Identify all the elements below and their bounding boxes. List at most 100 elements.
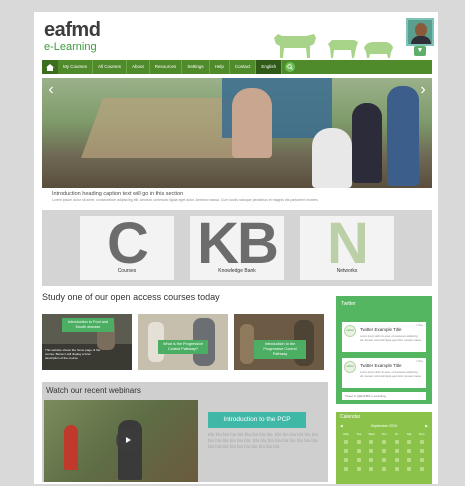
hero-caption-body: Lorem ipsum dolor sit amet, consectetuer… [52,198,319,202]
tweet-avatar: eafmd [344,325,356,337]
hero-slider[interactable]: ‹ › [42,78,432,188]
calendar-day[interactable] [407,440,412,444]
home-icon[interactable] [42,60,58,74]
tweet-card[interactable]: eafmd 1 May Twitter Example Title Lorem … [342,358,426,388]
calendar-day[interactable] [369,449,374,453]
tile-label: Knowledge Bank [218,268,256,274]
calendar-day[interactable] [407,449,412,453]
tile-label: Courses [117,268,137,274]
calendar-day[interactable] [419,440,424,444]
section-tiles: C Courses KB Knowledge Bank N Networks [42,210,432,286]
calendar-day[interactable] [394,440,399,444]
nav-resources[interactable]: Resources [150,60,183,74]
video-person [64,425,78,470]
tile-networks[interactable]: N Networks [300,216,394,280]
course-card[interactable]: Introduction to the Progressive Control … [234,314,324,370]
study-heading: Study one of our open access courses tod… [42,292,220,302]
site-logo[interactable]: eafmd e-Learning [44,19,101,53]
page: eafmd e-Learning ▼ My Courses All Course… [34,12,438,484]
calendar-day[interactable] [381,467,386,471]
tweet-card[interactable]: eafmd 1 May Twitter Example Title Lorem … [342,322,426,352]
calendar-day[interactable] [344,467,349,471]
tweet-avatar: eafmd [344,361,356,373]
weekday-label: Sun [419,432,425,436]
calendar-day[interactable] [344,449,349,453]
tweet-body: Lorem ipsum dolor sit amet, consectetuer… [360,335,422,342]
calendar-day[interactable] [381,440,386,444]
calendar-day[interactable] [356,458,361,462]
calendar-heading: Calendar [340,414,361,420]
calendar-day[interactable] [419,458,424,462]
course-title: Introduction to the Progressive Control … [254,340,306,359]
course-title: What is the Progressive Control Pathway? [158,340,208,354]
course-title: Introduction to Foot and Mouth disease [62,318,114,332]
calendar-day[interactable] [407,467,412,471]
nav-about[interactable]: About [127,60,150,74]
weekday-label: Thu [381,432,387,436]
weekday-label: Wed [368,432,375,436]
calendar-weekdays: Mon Tue Wed Thu Fri Sat Sun [340,432,428,436]
search-glyph [287,64,293,70]
main-nav: My Courses All Courses About Resources S… [42,60,432,74]
chevron-right-icon[interactable]: ▶ [425,424,428,428]
tile-courses[interactable]: C Courses [80,216,174,280]
webinar-video[interactable] [44,400,198,482]
nav-help[interactable]: Help [210,60,230,74]
tile-letter: N [327,216,369,276]
calendar-day[interactable] [369,467,374,471]
hero-caption: Introduction heading caption text will g… [42,188,432,208]
calendar-grid [340,440,428,471]
livestock-illustration [274,34,393,58]
calendar-day[interactable] [394,449,399,453]
calendar-day[interactable] [419,467,424,471]
tweet-date: 1 May [416,324,423,327]
tile-letter: C [107,216,149,276]
chevron-down-icon[interactable]: ▼ [414,46,426,56]
calendar-day[interactable] [344,458,349,462]
play-icon[interactable] [116,428,140,452]
user-avatar[interactable] [406,18,434,46]
nav-settings[interactable]: Settings [182,60,210,74]
tweet-body: Lorem ipsum dolor sit amet, consectetuer… [360,371,422,378]
weekday-label: Mon [343,432,350,436]
hero-caption-title: Introduction heading caption text will g… [52,191,184,197]
twitter-widget: Twitter eafmd 1 May Twitter Example Titl… [336,296,432,404]
calendar-day[interactable] [356,440,361,444]
calendar-day[interactable] [344,440,349,444]
course-card[interactable]: Introduction to Foot and Mouth disease T… [42,314,132,370]
tweet-to-link[interactable]: Tweet to @EuFMD e-Learning [342,392,426,400]
logo-name: eafmd [44,19,101,41]
calendar-day[interactable] [369,458,374,462]
logo-subtitle: e-Learning [44,41,97,53]
webinar-title[interactable]: Introduction to the PCP [208,412,306,428]
tweet-title: Twitter Example Title [360,363,402,368]
calendar-day[interactable] [369,440,374,444]
course-card[interactable]: What is the Progressive Control Pathway? [138,314,228,370]
tile-knowledge-bank[interactable]: KB Knowledge Bank [190,216,284,280]
calendar-day[interactable] [381,449,386,453]
calendar-day[interactable] [356,449,361,453]
hero-photo-person [387,86,419,186]
calendar-day[interactable] [381,458,386,462]
course-description: This website shows the home page of the … [45,348,101,360]
chevron-left-icon[interactable]: ◀ [340,424,343,428]
calendar-month: September 2016 [371,424,397,428]
language-selector[interactable]: English [256,60,283,74]
search-icon[interactable] [285,62,296,72]
tile-label: Networks [336,268,358,274]
nav-contact[interactable]: Contact [230,60,257,74]
weekday-label: Sat [406,432,412,436]
calendar-day[interactable] [394,467,399,471]
calendar-day[interactable] [419,449,424,453]
calendar-day[interactable] [394,458,399,462]
nav-my-courses[interactable]: My Courses [58,60,94,74]
webinars-section: Watch our recent webinars Introduction t… [42,382,328,482]
avatar-face [415,23,427,37]
webinars-heading: Watch our recent webinars [46,386,141,395]
nav-all-courses[interactable]: All Courses [93,60,128,74]
calendar-day[interactable] [407,458,412,462]
chevron-left-icon[interactable]: ‹ [44,78,58,102]
chevron-right-icon[interactable]: › [416,78,430,102]
calendar-day[interactable] [356,467,361,471]
tweet-date: 1 May [416,360,423,363]
